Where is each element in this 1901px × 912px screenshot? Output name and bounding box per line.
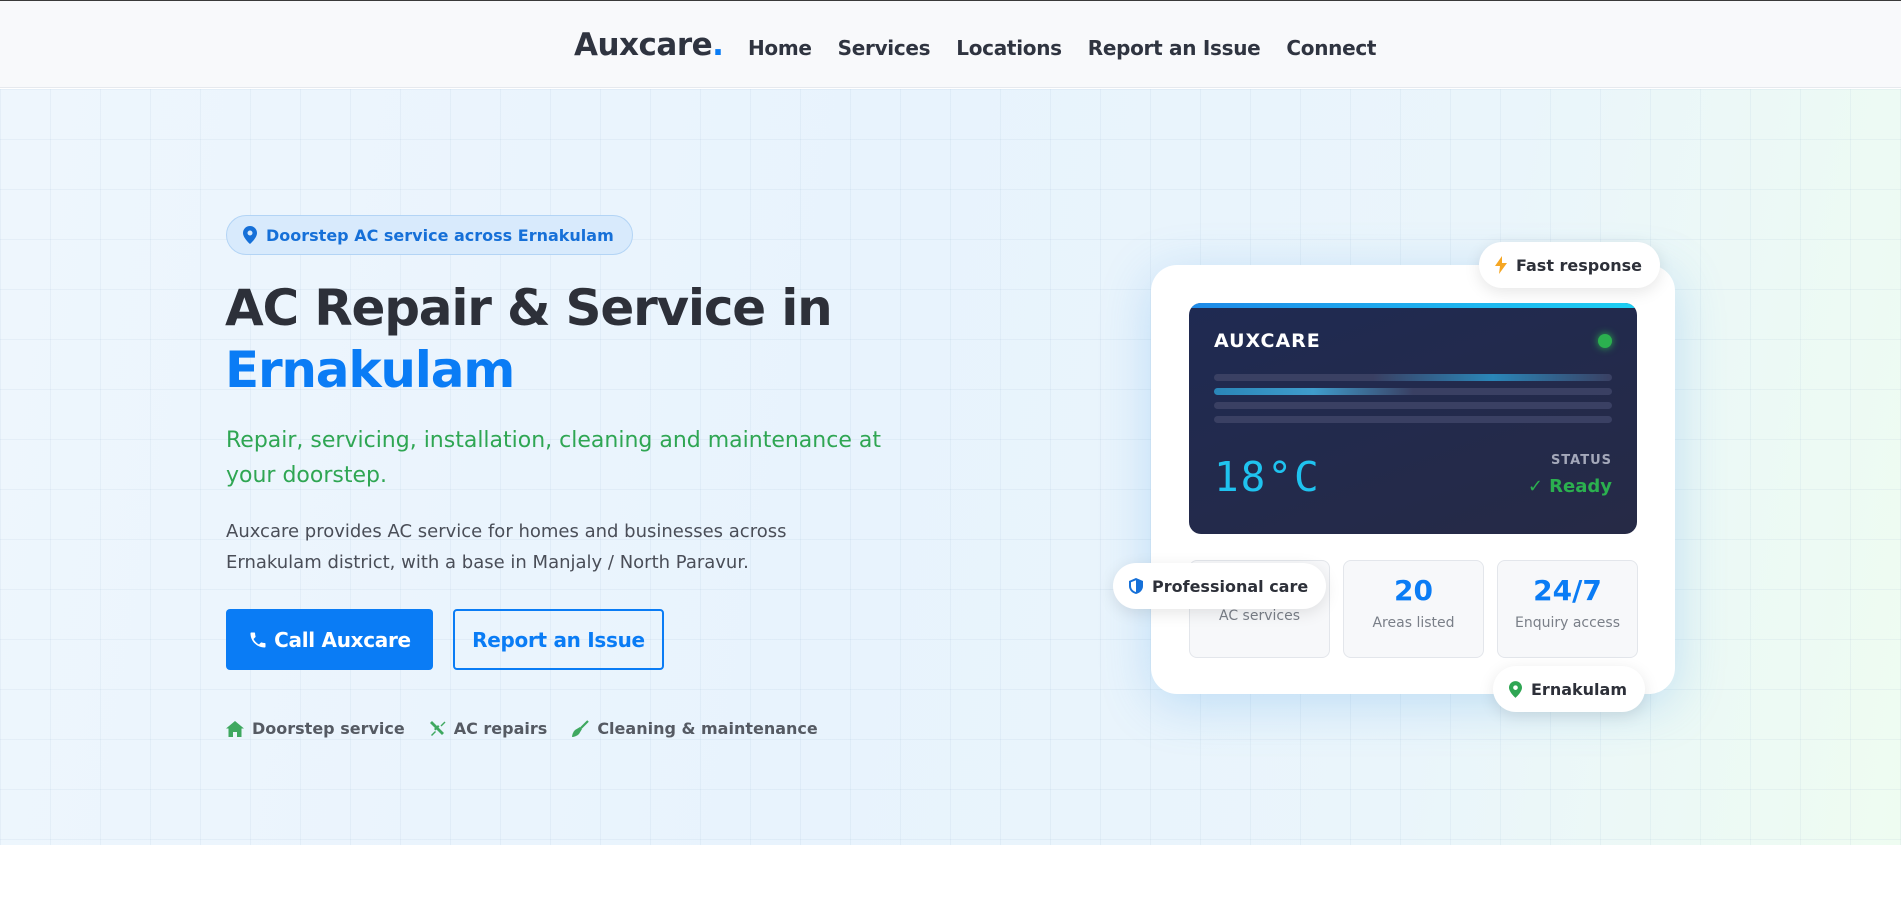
call-button[interactable]: Call Auxcare	[226, 609, 433, 670]
location-badge: Doorstep AC service across Ernakulam	[226, 215, 633, 255]
vent-line	[1214, 416, 1612, 423]
stat-number: 20	[1394, 574, 1433, 607]
pill-label: Ernakulam	[1531, 679, 1627, 699]
nav-links: Home Services Locations Report an Issue …	[748, 36, 1377, 60]
pill-label: Fast response	[1516, 255, 1643, 275]
stat-label: Areas listed	[1372, 615, 1455, 631]
call-button-label: Call Auxcare	[274, 627, 411, 652]
nav-home[interactable]: Home	[748, 36, 812, 60]
map-pin-icon	[243, 226, 257, 244]
nav-report-issue[interactable]: Report an Issue	[1088, 36, 1261, 60]
navbar: Auxcare. Home Services Locations Report …	[574, 27, 1376, 63]
status-label: STATUS	[1550, 453, 1612, 468]
stat-areas-listed: 20 Areas listed	[1343, 560, 1484, 658]
feature-list: Doorstep service AC repairs Cleaning & m…	[226, 719, 818, 738]
feature-item: AC repairs	[429, 719, 548, 738]
stat-label: Enquiry access	[1514, 615, 1621, 631]
feature-item: Doorstep service	[226, 719, 405, 738]
hero-title: AC Repair & Service in Ernakulam	[225, 277, 833, 401]
phone-icon	[250, 632, 266, 647]
nav-locations[interactable]: Locations	[956, 36, 1062, 60]
lightning-icon	[1495, 256, 1507, 274]
feature-label: Cleaning & maintenance	[597, 719, 818, 738]
hero-title-line1: AC Repair & Service in	[225, 279, 833, 337]
pill-label: Professional care	[1152, 576, 1309, 596]
temperature-readout: 18°C	[1214, 453, 1321, 501]
ac-status-card: AUXCARE 18°C STATUS ✓ Ready AC services …	[1151, 265, 1675, 694]
vent-line	[1214, 388, 1612, 395]
hero-description: Auxcare provides AC service for homes an…	[226, 521, 787, 573]
feature-label: AC repairs	[453, 719, 548, 738]
hero-section: Doorstep AC service across Ernakulam AC …	[0, 89, 1901, 845]
next-section	[0, 845, 1901, 912]
stat-enquiry-access: 24/7 Enquiry access	[1497, 560, 1638, 658]
fast-response-pill: Fast response	[1479, 242, 1661, 288]
stat-label: AC services	[1219, 608, 1300, 624]
status-led-icon	[1598, 334, 1612, 348]
nav-services[interactable]: Services	[838, 36, 931, 60]
map-pin-icon	[1509, 680, 1522, 698]
report-issue-button-label: Report an Issue	[472, 627, 645, 652]
hero-title-line2: Ernakulam	[225, 341, 515, 399]
home-icon	[226, 720, 244, 737]
shield-icon	[1129, 578, 1143, 594]
tools-icon	[429, 721, 446, 736]
vent-line	[1214, 402, 1612, 409]
site-header: Auxcare. Home Services Locations Report …	[0, 1, 1901, 88]
feature-item: Cleaning & maintenance	[571, 719, 818, 738]
feature-label: Doorstep service	[252, 719, 405, 738]
brand-logo[interactable]: Auxcare.	[574, 27, 724, 63]
display-accent-bar	[1189, 303, 1637, 308]
professional-care-pill: Professional care	[1113, 563, 1327, 609]
report-issue-button[interactable]: Report an Issue	[453, 609, 664, 670]
location-pill: Ernakulam	[1493, 666, 1645, 712]
hero-subtitle: Repair, servicing, installation, cleanin…	[226, 428, 881, 488]
badge-text: Doorstep AC service across Ernakulam	[266, 225, 614, 245]
display-brand: AUXCARE	[1214, 330, 1321, 352]
vent-line	[1214, 374, 1612, 381]
ac-display-panel: AUXCARE 18°C STATUS ✓ Ready	[1189, 303, 1637, 534]
status-value: ✓ Ready	[1527, 476, 1612, 497]
broom-icon	[572, 719, 590, 737]
stat-number: 24/7	[1533, 574, 1602, 607]
nav-connect[interactable]: Connect	[1286, 36, 1376, 60]
